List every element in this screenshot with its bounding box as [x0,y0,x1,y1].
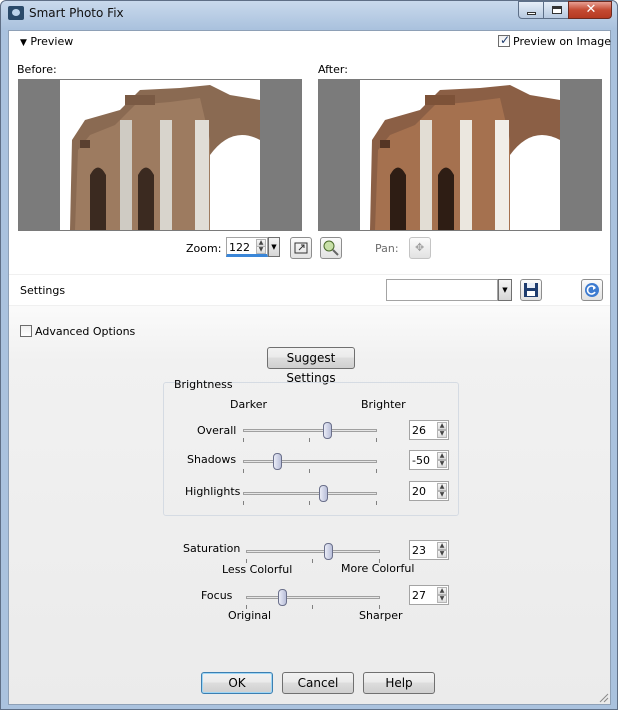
close-button[interactable]: ✕ [568,1,612,19]
ok-button[interactable]: OK [201,672,273,694]
focus-label: Focus [201,589,233,602]
maximize-button[interactable] [543,1,569,19]
preview-toggle[interactable]: ▼ Preview [20,35,73,48]
after-label: After: [318,63,348,76]
move-icon: ✥ [415,241,425,254]
triangle-down-icon: ▼ [20,38,27,48]
fit-window-icon [294,242,308,254]
saturation-slider-thumb[interactable] [323,543,333,560]
chevron-down-icon: ▼ [502,286,508,294]
settings-label: Settings [20,284,66,297]
pan-button[interactable]: ✥ [409,237,431,259]
saturation-value: 23 [412,544,426,557]
zoom-actual-size-button[interactable] [320,237,342,259]
overall-up-arrow[interactable]: ▲ [437,422,447,430]
zoom-down-arrow[interactable]: ▼ [256,246,266,254]
reset-button[interactable] [581,279,603,301]
overall-slider[interactable] [243,421,377,442]
advanced-options-checkbox[interactable] [20,325,32,337]
highlights-up-arrow[interactable]: ▲ [437,483,447,491]
focus-slider[interactable] [246,588,380,609]
overall-slider-thumb[interactable] [323,422,333,439]
highlights-spinbox[interactable]: 20 ▲ ▼ [409,481,449,501]
magnifier-icon [323,240,339,256]
zoom-spinbox[interactable]: 122 ▲ ▼ [226,237,268,257]
brighter-label: Brighter [361,398,406,411]
smart-photo-fix-window: Smart Photo Fix ✕ ▼ Preview ✓ Preview on… [0,0,618,710]
zoom-to-fit-button[interactable] [290,237,312,259]
overall-label: Overall [197,424,237,437]
close-icon: ✕ [585,2,597,17]
shadows-down-arrow[interactable]: ▼ [437,460,447,468]
preview-on-image-checkbox[interactable]: ✓ [498,33,511,47]
shadows-slider[interactable] [243,452,377,473]
highlights-value: 20 [412,485,426,498]
before-image [60,80,260,230]
preview-header-label: Preview [30,35,74,48]
title-bar[interactable]: Smart Photo Fix ✕ [1,1,617,27]
after-image [360,80,560,230]
shadows-spinbox[interactable]: -50 ▲ ▼ [409,450,449,470]
shadows-slider-thumb[interactable] [272,453,282,470]
highlights-slider[interactable] [243,484,377,505]
window-title: Smart Photo Fix [29,6,124,20]
focus-value: 27 [412,589,426,602]
after-preview[interactable] [318,79,602,231]
overall-value: 26 [412,424,426,437]
before-label: Before: [17,63,57,76]
cancel-button[interactable]: Cancel [282,672,354,694]
pan-label: Pan: [375,242,399,255]
original-label: Original [228,609,272,622]
checkmark-icon: ✓ [499,33,511,47]
minimize-button[interactable] [518,1,544,19]
saturation-slider[interactable] [246,542,380,563]
maximize-icon [552,6,562,14]
focus-up-arrow[interactable]: ▲ [437,587,447,595]
less-colorful-label: Less Colorful [222,563,293,576]
shadows-label: Shadows [187,453,237,466]
preset-dropdown[interactable] [386,279,498,301]
ruins-image-adjusted [370,85,560,230]
brightness-group-label: Brightness [174,378,233,391]
focus-slider-thumb[interactable] [278,589,288,606]
overall-down-arrow[interactable]: ▼ [437,430,447,438]
suggest-settings-button[interactable]: Suggest Settings [267,347,355,385]
floppy-disk-icon [524,283,538,297]
shadows-up-arrow[interactable]: ▲ [437,452,447,460]
saturation-up-arrow[interactable]: ▲ [437,542,447,550]
highlights-slider-thumb[interactable] [319,485,329,502]
zoom-label: Zoom: [186,242,222,255]
chevron-down-icon: ▼ [271,243,277,251]
dialog-client-area: ▼ Preview ✓ Preview on Image Before: Aft… [8,30,611,705]
before-preview[interactable] [18,79,302,231]
preset-dropdown-button[interactable]: ▼ [498,279,512,301]
overall-spinbox[interactable]: 26 ▲ ▼ [409,420,449,440]
highlights-label: Highlights [185,485,241,498]
saturation-down-arrow[interactable]: ▼ [437,550,447,558]
focus-down-arrow[interactable]: ▼ [437,595,447,603]
resize-grip-icon[interactable] [597,691,609,703]
more-colorful-label: More Colorful [341,562,415,575]
save-preset-button[interactable] [520,279,542,301]
minimize-icon [527,12,536,15]
ruins-image [70,85,260,230]
reset-arrow-icon [585,283,599,297]
zoom-dropdown-button[interactable]: ▼ [268,237,280,257]
focus-spinbox[interactable]: 27 ▲ ▼ [409,585,449,605]
shadows-value: -50 [412,454,430,467]
saturation-label: Saturation [183,542,241,555]
saturation-spinbox[interactable]: 23 ▲ ▼ [409,540,449,560]
advanced-options-label: Advanced Options [35,325,136,338]
zoom-value: 122 [229,241,250,254]
highlights-down-arrow[interactable]: ▼ [437,491,447,499]
darker-label: Darker [230,398,268,411]
preview-on-image-label: Preview on Image [513,35,611,48]
sharper-label: Sharper [359,609,403,622]
settings-row: Settings ▼ [9,274,610,306]
help-button[interactable]: Help [363,672,435,694]
app-icon [8,6,24,20]
